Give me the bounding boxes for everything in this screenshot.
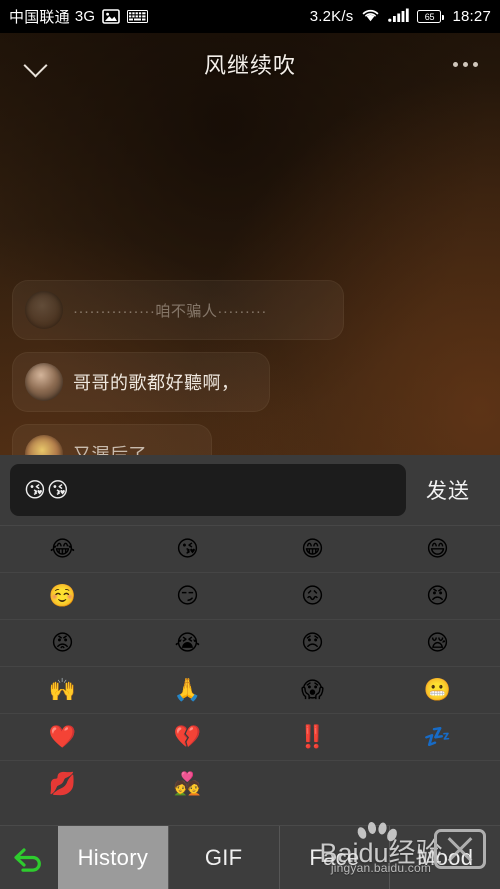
image-icon [102,9,121,24]
network-type-label: 3G [74,8,96,25]
emoji-row: 🙌 🙏 😱 😬 [0,666,500,713]
emoji-cell[interactable]: ☺️ [0,573,125,619]
emoji-cell[interactable]: 😞 [250,620,375,666]
status-bar: 中国联通 3G 3.2K/s 65 18:27 [0,0,500,33]
emoji-cell[interactable]: 😄 [375,526,500,572]
emoji-cell[interactable]: 😪 [375,620,500,666]
emoji-cell[interactable]: 💑 [125,761,250,807]
chevron-down-icon[interactable] [22,50,50,78]
emoji-cell[interactable]: 😂 [0,526,125,572]
emoji-row: ❤️ 💔 ‼️ 💤 [0,713,500,760]
emoji-keyboard-panel: 😘😘 发送 😂 😘 😁 😄 ☺️ 😏 😖 😠 😡 😭 😞 😪 🙌 🙏 😱 😬 ❤… [0,455,500,889]
emoji-cell[interactable]: 💤 [375,714,500,760]
battery-level-label: 65 [424,11,435,22]
emoji-cell[interactable]: 😡 [0,620,125,666]
emoji-cell[interactable] [250,761,375,807]
chat-message[interactable]: ···············咱不骗人········· [12,280,344,340]
emoji-row: 💋 💑 [0,760,500,807]
tab-mood[interactable]: Mood [389,826,500,889]
keyboard-icon [127,10,149,23]
signal-bars-icon [388,8,410,26]
avatar [25,291,63,329]
battery-icon: 65 [417,10,445,23]
chat-message-text: 哥哥的歌都好聽啊， [73,373,240,393]
message-input-row: 😘😘 发送 [0,455,500,525]
emoji-cell[interactable]: 😏 [125,573,250,619]
message-input[interactable]: 😘😘 [10,464,406,516]
tab-history[interactable]: History [58,826,168,889]
emoji-grid: 😂 😘 😁 😄 ☺️ 😏 😖 😠 😡 😭 😞 😪 🙌 🙏 😱 😬 ❤️ 💔 ‼️… [0,525,500,825]
emoji-cell[interactable]: 💔 [125,714,250,760]
emoji-cell[interactable]: 😬 [375,667,500,713]
undo-back-arrow-icon[interactable] [0,826,58,889]
emoji-row: 😡 😭 😞 😪 [0,619,500,666]
chat-message-text: ···············咱不骗人········· [73,302,267,320]
chat-message[interactable]: 哥哥的歌都好聽啊， [12,352,270,412]
emoji-cell[interactable]: 🙌 [0,667,125,713]
emoji-cell[interactable]: 😱 [250,667,375,713]
data-speed-label: 3.2K/s [309,8,354,25]
emoji-cell[interactable]: ❤️ [0,714,125,760]
tab-face[interactable]: Face [278,826,390,889]
emoji-cell[interactable]: 🙏 [125,667,250,713]
emoji-cell[interactable] [375,761,500,807]
emoji-cell[interactable]: 😁 [250,526,375,572]
emoji-row: 😂 😘 😁 😄 [0,525,500,572]
wifi-icon [361,8,380,26]
more-options-icon[interactable] [453,61,478,67]
tab-gif[interactable]: GIF [167,826,279,889]
keyboard-tab-bar: History GIF Face Mood [0,825,500,889]
emoji-row: ☺️ 😏 😖 😠 [0,572,500,619]
clock-label: 18:27 [452,8,491,25]
emoji-cell[interactable]: 😭 [125,620,250,666]
title-bar: 风继续吹 [0,33,500,95]
carrier-label: 中国联通 [9,9,70,26]
emoji-cell[interactable]: 😖 [250,573,375,619]
emoji-cell[interactable]: 💋 [0,761,125,807]
emoji-cell[interactable]: 😠 [375,573,500,619]
emoji-cell[interactable]: ‼️ [250,714,375,760]
page-title: 风继续吹 [203,53,296,78]
emoji-cell[interactable]: 😘 [125,526,250,572]
avatar [25,363,63,401]
send-button[interactable]: 发送 [406,475,490,505]
